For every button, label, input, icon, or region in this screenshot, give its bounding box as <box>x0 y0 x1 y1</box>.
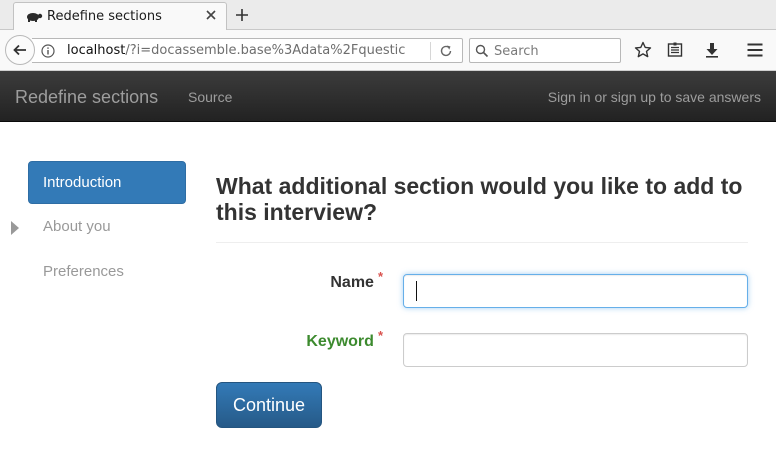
info-icon[interactable] <box>41 44 55 58</box>
star-icon[interactable] <box>634 41 652 59</box>
name-input[interactable] <box>403 274 748 308</box>
plus-icon[interactable] <box>234 7 250 23</box>
turtle-icon <box>27 13 43 22</box>
back-arrow-icon <box>13 44 26 56</box>
navbar-brand[interactable]: Redefine sections <box>15 87 158 108</box>
sidebar-item-label: Introduction <box>43 174 122 191</box>
browser-tab[interactable]: Redefine sections <box>13 2 227 31</box>
sidebar-item-label: About you <box>43 218 111 235</box>
tab-title: Redefine sections <box>47 9 162 24</box>
browser-tab-strip: Redefine sections <box>0 0 776 31</box>
name-label-text: Name <box>330 274 374 291</box>
browser-search-box[interactable] <box>469 38 621 63</box>
url-text[interactable]: localhost/?i=docassemble.base%3Adata%2Fq… <box>67 43 427 58</box>
sidebar-item-label: Preferences <box>43 263 124 280</box>
name-field-label: Name * <box>330 269 383 292</box>
signin-link[interactable]: Sign in or sign up to save answers <box>548 89 761 105</box>
url-host: localhost <box>67 43 126 58</box>
question-heading: What additional section would you like t… <box>216 173 743 225</box>
url-bar[interactable]: localhost/?i=docassemble.base%3Adata%2Fq… <box>32 38 463 63</box>
source-link[interactable]: Source <box>188 89 232 105</box>
app-navbar: Redefine sections Source Sign in or sign… <box>0 71 776 122</box>
caret-right-icon[interactable] <box>11 221 19 235</box>
section-sidebar: Introduction About you Preferences <box>11 161 186 296</box>
required-mark: * <box>377 269 383 284</box>
required-mark: * <box>377 328 383 343</box>
sidebar-item-about-you[interactable]: About you <box>11 206 186 251</box>
text-cursor <box>416 281 417 301</box>
divider <box>216 242 748 243</box>
url-path: /?i=docassemble.base%3Adata%2Fquestic <box>125 43 406 58</box>
url-separator <box>430 42 431 60</box>
sidebar-item-preferences[interactable]: Preferences <box>28 251 186 296</box>
sidebar-item-introduction[interactable]: Introduction <box>28 161 186 204</box>
reader-list-icon[interactable] <box>666 41 684 59</box>
back-button[interactable] <box>5 35 35 65</box>
keyword-field-label: Keyword * <box>306 328 383 351</box>
close-icon[interactable] <box>204 8 218 22</box>
hamburger-menu-icon[interactable] <box>746 41 764 59</box>
keyword-label-text: Keyword <box>306 333 374 350</box>
continue-button[interactable]: Continue <box>216 382 322 428</box>
keyword-input[interactable] <box>403 333 748 367</box>
browser-toolbar: localhost/?i=docassemble.base%3Adata%2Fq… <box>0 30 776 71</box>
download-icon[interactable] <box>703 41 721 59</box>
search-icon <box>475 44 489 58</box>
reload-icon[interactable] <box>439 44 453 58</box>
browser-search-input[interactable] <box>494 42 614 60</box>
